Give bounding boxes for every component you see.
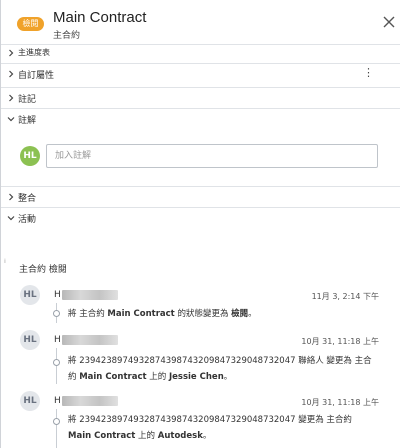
- more-vertical-icon[interactable]: ⋮: [363, 66, 374, 80]
- activity-title: 主合約 檢閱: [19, 265, 67, 275]
- avatar: HL: [20, 285, 40, 305]
- activity-text: 將 23942389749328743987432098473290487320…: [68, 415, 352, 441]
- section-main-schedule[interactable]: 主進度表: [1, 44, 400, 60]
- page-subtitle: 主合約: [53, 31, 81, 41]
- chevron-right-icon: [9, 49, 14, 57]
- timeline-dot: [53, 418, 60, 425]
- timeline-dot: [53, 310, 60, 317]
- close-icon[interactable]: [381, 14, 397, 30]
- activity-text: 將 主合約 Main Contract 的狀態變更為 檢閱。: [68, 309, 257, 319]
- resize-handle[interactable]: ⁞: [4, 258, 6, 265]
- redacted-name: [62, 396, 118, 406]
- activity-timestamp: 11月 3, 2:14 下午: [311, 292, 379, 301]
- redacted-name: [62, 335, 118, 345]
- page-title: Main Contract: [53, 9, 147, 26]
- activity-timestamp: 10月 31, 11:18 上午: [301, 398, 379, 407]
- section-label: 自訂屬性: [18, 71, 55, 81]
- section-label: 活動: [18, 215, 37, 225]
- timeline-dot: [53, 359, 60, 366]
- chevron-right-icon: [9, 193, 14, 201]
- timeline-line: [56, 348, 57, 384]
- activity-user-name: H: [54, 335, 61, 345]
- avatar: HL: [20, 146, 40, 166]
- chevron-down-icon: [7, 216, 15, 221]
- chevron-right-icon: [9, 70, 14, 78]
- properties-panel: 檢閱 Main Contract 主合約 主進度表 自訂屬性 ⋮ 註記 註解 H…: [0, 0, 400, 448]
- section-comments[interactable]: 註解: [1, 108, 400, 128]
- activity-user-name: H: [54, 396, 61, 406]
- avatar: HL: [20, 330, 40, 350]
- activity-timestamp: 10月 31, 11:18 上午: [301, 337, 379, 346]
- section-integration[interactable]: 整合: [1, 186, 400, 206]
- status-badge: 檢閱: [17, 17, 44, 31]
- comment-input[interactable]: 加入註解: [46, 144, 378, 168]
- chevron-right-icon: [9, 94, 14, 102]
- section-label: 註記: [18, 95, 37, 105]
- chevron-down-icon: [7, 117, 15, 122]
- activity-text: 將 23942389749328743987432098473290487320…: [68, 356, 372, 382]
- section-label: 註解: [18, 116, 37, 126]
- section-activity[interactable]: 活動: [1, 207, 400, 227]
- activity-user-name: H: [54, 290, 61, 300]
- section-notes[interactable]: 註記: [1, 87, 400, 107]
- avatar: HL: [20, 391, 40, 411]
- redacted-name: [62, 290, 118, 300]
- section-label: 整合: [18, 194, 37, 204]
- section-custom-properties[interactable]: 自訂屬性 ⋮: [1, 63, 400, 83]
- section-label: 主進度表: [18, 48, 50, 57]
- panel-header: 檢閱 Main Contract 主合約: [1, 0, 400, 46]
- timeline-line: [56, 409, 57, 448]
